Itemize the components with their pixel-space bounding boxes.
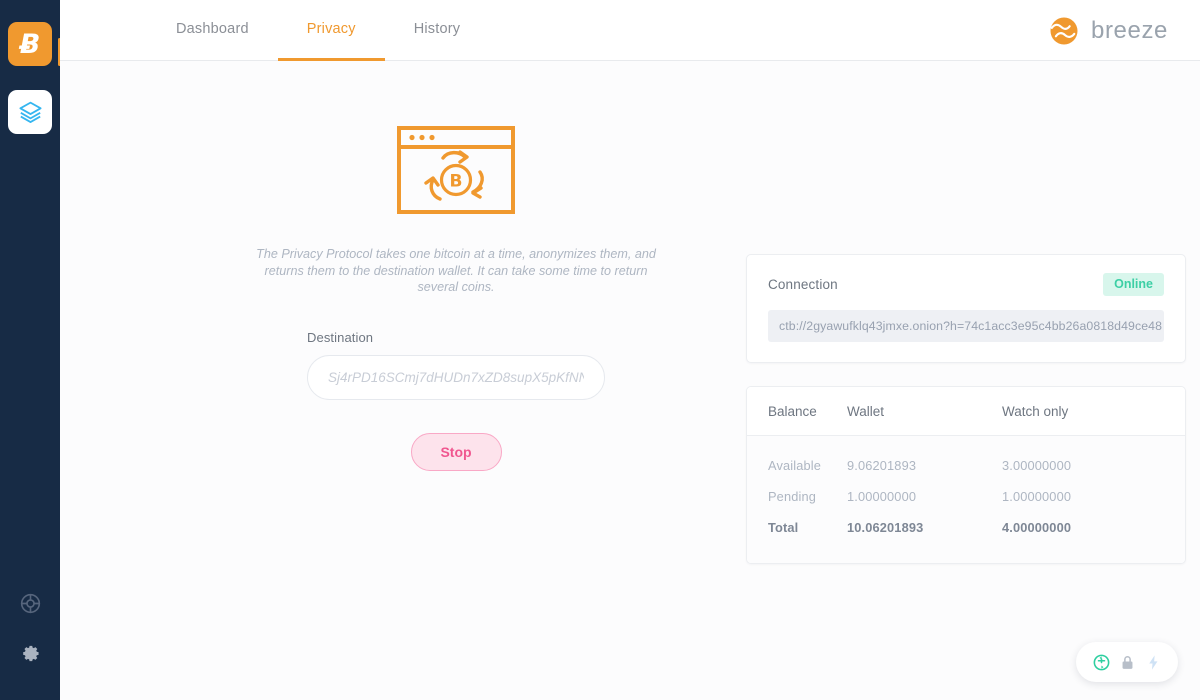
privacy-panel: B The Privacy Protocol takes one bitcoin… bbox=[250, 125, 662, 472]
sidebar-item-settings[interactable] bbox=[15, 638, 45, 668]
connection-url[interactable]: ctb://2gyawufklq43jmxe.onion?h=74c1acc3e… bbox=[768, 309, 1164, 342]
balance-card: Balance Wallet Watch only Available 9.06… bbox=[746, 385, 1186, 564]
connection-card: Connection Online ctb://2gyawufklq43jmxe… bbox=[746, 254, 1186, 363]
column-header-wallet: Wallet bbox=[847, 386, 1002, 436]
bitcoin-mixer-browser-icon: B bbox=[397, 126, 515, 214]
content-area: B The Privacy Protocol takes one bitcoin… bbox=[60, 61, 1200, 700]
row-label-total: Total bbox=[768, 519, 799, 535]
main-area: Dashboard Privacy History breeze B The P… bbox=[60, 0, 1200, 700]
row-label-available: Available bbox=[768, 457, 822, 473]
cell-pending-watch-only: 1.00000000 bbox=[1002, 488, 1072, 504]
brand-name: breeze bbox=[1091, 16, 1168, 44]
breeze-wave-logo-icon bbox=[1050, 17, 1078, 44]
table-row: Available 9.06201893 3.00000000 bbox=[747, 435, 1185, 481]
tab-privacy[interactable]: Privacy bbox=[277, 0, 385, 61]
cell-available-watch-only: 3.00000000 bbox=[1002, 457, 1072, 473]
protocol-description: The Privacy Protocol takes one bitcoin a… bbox=[256, 247, 656, 295]
life-ring-icon bbox=[20, 593, 40, 613]
cell-available-wallet: 9.06201893 bbox=[847, 457, 917, 473]
destination-input[interactable] bbox=[307, 355, 605, 401]
top-header: Dashboard Privacy History breeze bbox=[60, 0, 1200, 61]
right-column: Connection Online ctb://2gyawufklq43jmxe… bbox=[746, 254, 1186, 564]
destination-label: Destination bbox=[307, 330, 374, 346]
nav-tabs: Dashboard Privacy History bbox=[147, 0, 490, 61]
balance-table: Balance Wallet Watch only Available 9.06… bbox=[747, 386, 1185, 563]
table-header-row: Balance Wallet Watch only bbox=[747, 386, 1185, 436]
brand-logo: breeze bbox=[1046, 0, 1168, 61]
sidebar-item-layers-wallet[interactable] bbox=[8, 90, 52, 134]
layers-icon bbox=[18, 101, 42, 123]
balance-table-body: Available 9.06201893 3.00000000 Pending … bbox=[747, 435, 1185, 563]
tab-dashboard[interactable]: Dashboard bbox=[147, 0, 278, 61]
status-pill[interactable] bbox=[1076, 642, 1178, 682]
table-row: Pending 1.00000000 1.00000000 bbox=[747, 481, 1185, 512]
tab-history[interactable]: History bbox=[385, 0, 490, 61]
column-header-balance: Balance bbox=[747, 386, 847, 436]
connection-header-row: Connection Online bbox=[768, 273, 1164, 296]
cell-pending-wallet: 1.00000000 bbox=[847, 488, 917, 504]
lock-icon[interactable] bbox=[1117, 652, 1137, 672]
sidebar: Ƀ bbox=[0, 0, 61, 700]
sidebar-item-bitcoin-wallet[interactable]: Ƀ bbox=[8, 22, 52, 66]
table-row: Total 10.06201893 4.00000000 bbox=[747, 512, 1185, 563]
balance-table-head: Balance Wallet Watch only bbox=[747, 386, 1185, 436]
app-root: Ƀ Dashboard Privacy History breeze B The… bbox=[0, 0, 1200, 700]
row-label-pending: Pending bbox=[768, 488, 817, 504]
cell-total-watch-only: 4.00000000 bbox=[1002, 519, 1072, 535]
destination-field-block: Destination bbox=[307, 330, 605, 401]
sidebar-item-help[interactable] bbox=[15, 588, 45, 618]
svg-text:B: B bbox=[450, 172, 463, 192]
connection-title: Connection bbox=[768, 276, 838, 292]
gear-icon bbox=[22, 645, 39, 661]
lightning-icon[interactable] bbox=[1143, 652, 1163, 672]
bitcoin-icon: Ƀ bbox=[19, 28, 41, 60]
sync-icon[interactable] bbox=[1091, 652, 1111, 672]
status-badge: Online bbox=[1103, 273, 1164, 296]
column-header-watch-only: Watch only bbox=[1002, 386, 1185, 436]
stop-button[interactable]: Stop bbox=[410, 433, 502, 472]
cell-total-wallet: 10.06201893 bbox=[847, 519, 924, 535]
